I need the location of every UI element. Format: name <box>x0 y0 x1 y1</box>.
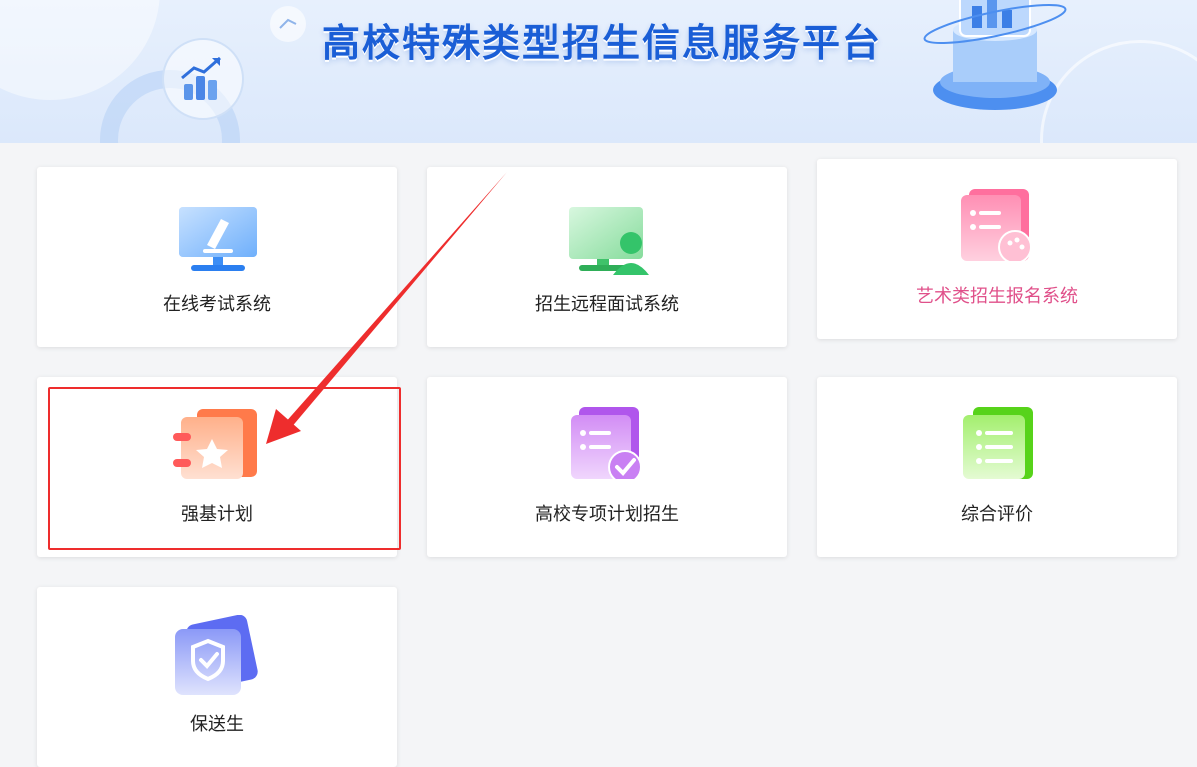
card-label: 强基计划 <box>181 504 253 525</box>
card-label: 综合评价 <box>961 504 1033 525</box>
shield-check-icon <box>175 615 258 695</box>
monitor-person-icon <box>569 207 649 275</box>
link-badge-icon <box>270 6 306 42</box>
list-doc-icon <box>963 407 1033 479</box>
card-art-registration[interactable]: 艺术类招生报名系统 <box>817 159 1177 339</box>
card-label: 高校专项计划招生 <box>535 504 679 525</box>
star-notebook-icon <box>173 409 257 479</box>
monitor-pen-icon <box>179 207 257 271</box>
card-strong-foundation[interactable]: 强基计划 <box>37 377 397 557</box>
card-label: 在线考试系统 <box>163 294 271 315</box>
card-comprehensive-evaluation[interactable]: 综合评价 <box>817 377 1177 557</box>
card-remote-interview[interactable]: 招生远程面试系统 <box>427 167 787 347</box>
card-recommended-students[interactable]: 保送生 <box>37 587 397 767</box>
chart-growth-icon <box>162 38 244 120</box>
palette-doc-icon <box>961 189 1032 261</box>
page-title: 高校特殊类型招生信息服务平台 <box>322 21 883 65</box>
data-tower-illustration <box>923 0 1067 110</box>
header-banner: 高校特殊类型招生信息服务平台 <box>0 0 1197 143</box>
card-special-plan[interactable]: 高校专项计划招生 <box>427 377 787 557</box>
card-online-exam[interactable]: 在线考试系统 <box>37 167 397 347</box>
card-label: 招生远程面试系统 <box>535 294 679 315</box>
checklist-doc-icon <box>571 407 642 479</box>
card-label: 艺术类招生报名系统 <box>916 286 1078 307</box>
card-label: 保送生 <box>190 714 244 735</box>
